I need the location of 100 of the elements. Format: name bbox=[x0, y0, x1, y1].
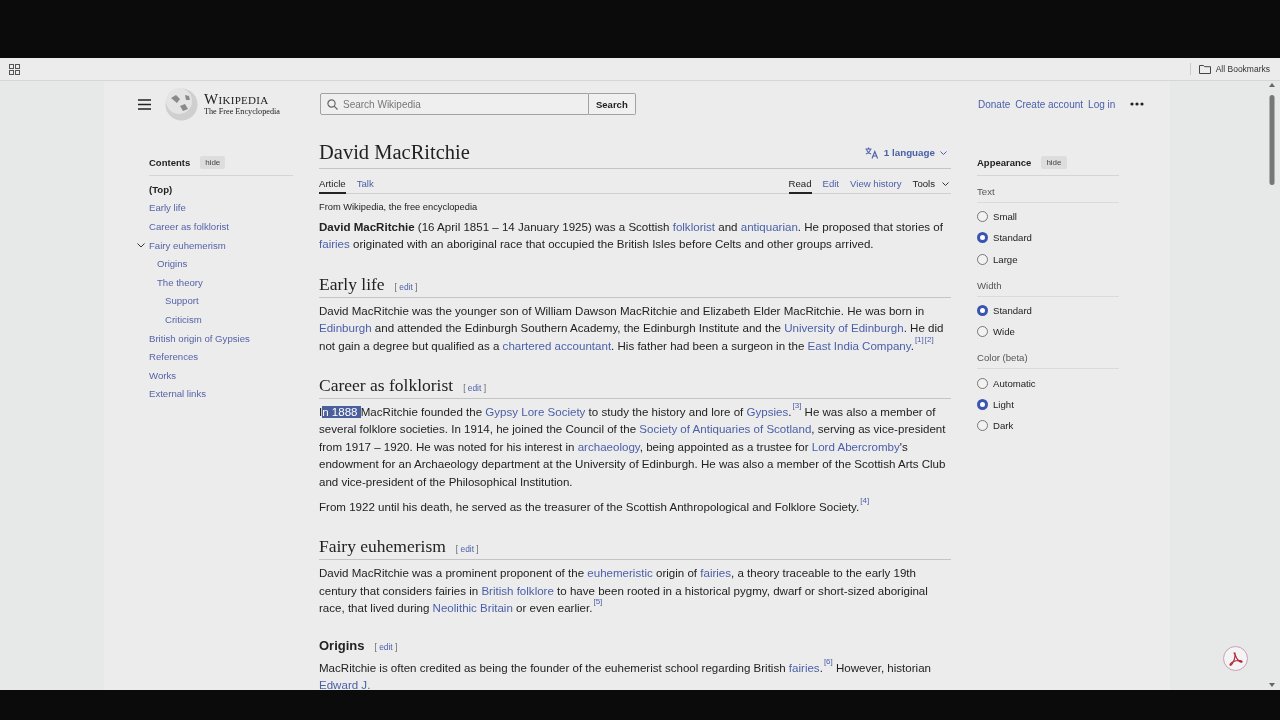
folder-icon bbox=[1198, 64, 1211, 74]
text-link[interactable]: University of Edinburgh bbox=[784, 322, 904, 335]
page-tab[interactable]: Article bbox=[319, 169, 346, 194]
toc-link[interactable]: Works bbox=[149, 369, 176, 381]
toc-link[interactable]: British origin of Gypsies bbox=[149, 332, 250, 344]
reference-link[interactable]: [3] bbox=[792, 402, 802, 411]
caret-icon bbox=[942, 181, 949, 186]
page-tab[interactable]: Edit bbox=[822, 169, 840, 194]
site-logo[interactable]: Wikipedia The Free Encyclopedia bbox=[165, 87, 280, 121]
text-link[interactable]: folklorist bbox=[672, 221, 716, 233]
radio-button[interactable] bbox=[977, 253, 988, 265]
toc-link[interactable]: Career as folklorist bbox=[149, 221, 229, 232]
reference-link[interactable]: [2] bbox=[924, 335, 934, 344]
text-link[interactable]: British folklore bbox=[481, 584, 554, 597]
option-group-label: Color (beta) bbox=[977, 350, 1119, 370]
user-link[interactable]: Donate bbox=[978, 98, 1011, 110]
hide-button[interactable]: hide bbox=[1041, 156, 1067, 169]
radio-label: Automatic bbox=[993, 377, 1036, 389]
paragraph: David MacRitchie (16 April 1851 – 14 January 1925) was a Scottish folklorist and antiquarian. He proposed that stories of fairies originated with an aboriginal race that occupied the British Isles before Celts and other groups arrived. bbox=[319, 220, 944, 253]
toc-link[interactable]: The theory bbox=[157, 276, 203, 288]
page-title: David MacRitchie bbox=[319, 141, 470, 164]
tools-menu[interactable]: Tools bbox=[912, 169, 951, 194]
radio-label: Standard bbox=[993, 232, 1032, 244]
search-button[interactable]: Search bbox=[589, 93, 636, 115]
section-heading: Origins bbox=[319, 637, 365, 653]
caret-icon bbox=[940, 150, 947, 155]
toc-link[interactable]: External links bbox=[149, 388, 207, 400]
section-heading: Fairy euhemerism bbox=[319, 536, 446, 558]
text-link[interactable]: Edinburgh bbox=[319, 322, 372, 335]
toc-link[interactable]: Origins bbox=[157, 258, 188, 270]
section-heading: Early life bbox=[319, 273, 385, 295]
radio-button[interactable] bbox=[977, 420, 988, 432]
pdf-tool-button[interactable] bbox=[1223, 646, 1248, 671]
option-group-label: Width bbox=[977, 277, 1119, 297]
page-tab[interactable]: Read bbox=[788, 169, 812, 194]
user-link[interactable]: Create account bbox=[1015, 98, 1084, 110]
page-tab[interactable]: Talk bbox=[356, 169, 374, 194]
text-link[interactable]: Lord Abercromby bbox=[811, 440, 900, 453]
radio-button[interactable] bbox=[977, 305, 988, 317]
text-link[interactable]: archaeology bbox=[577, 440, 640, 453]
toc-link[interactable]: Fairy euhemerism bbox=[149, 239, 226, 251]
radio-label: Dark bbox=[993, 420, 1014, 432]
toc-link[interactable]: Criticism bbox=[165, 313, 202, 325]
text-link[interactable]: East India Company bbox=[807, 339, 911, 352]
text-link[interactable]: euhemeristic bbox=[587, 567, 653, 580]
more-icon[interactable] bbox=[1130, 102, 1145, 106]
page-tab[interactable]: View history bbox=[850, 169, 902, 194]
toc-link[interactable]: Early life bbox=[149, 202, 186, 214]
radio-button[interactable] bbox=[977, 377, 988, 389]
chevron-icon[interactable] bbox=[137, 242, 145, 248]
site-tagline: From Wikipedia, the free encyclopedia bbox=[319, 202, 479, 212]
reference-link[interactable]: [1] bbox=[914, 335, 924, 344]
text-link[interactable]: fairies bbox=[788, 661, 820, 674]
radio-button[interactable] bbox=[977, 211, 988, 223]
paragraph: David MacRitchie was a prominent proponent of the euhemeristic origin of fairies, a theory traceable to the early 19th century that considers fairies in British folklore to have been rooted in a historical pygmy, dwarf or short-sized aboriginal race, that lived during Neolithic Britain or even earlier.$^{[5]}$ bbox=[319, 566, 929, 617]
apps-grid-icon[interactable] bbox=[9, 63, 20, 75]
hide-button[interactable]: hide bbox=[200, 156, 226, 169]
edit-link[interactable]: [ edit ] bbox=[394, 281, 418, 292]
toc-link[interactable]: (Top) bbox=[149, 183, 173, 195]
puzzle-globe-icon bbox=[165, 87, 198, 121]
logo-tagline: The Free Encyclopedia bbox=[204, 107, 280, 117]
text-selection: n 1888 bbox=[322, 406, 361, 419]
search-icon bbox=[327, 99, 338, 110]
text-link[interactable]: fairies bbox=[319, 238, 350, 251]
edit-link[interactable]: [ edit ] bbox=[463, 383, 486, 394]
acrobat-icon bbox=[1228, 651, 1243, 666]
edit-link[interactable]: [ edit ] bbox=[455, 544, 479, 555]
radio-label: Small bbox=[993, 211, 1017, 223]
logo-wordmark: Wikipedia bbox=[204, 91, 269, 107]
appearance-heading: Appearance bbox=[977, 157, 1032, 168]
reference-link[interactable]: [5] bbox=[593, 598, 603, 607]
radio-button[interactable] bbox=[977, 232, 988, 244]
toc-link[interactable]: References bbox=[149, 351, 199, 363]
reference-link[interactable]: [4] bbox=[860, 497, 870, 506]
text-link[interactable]: Gypsy Lore Society bbox=[485, 406, 586, 419]
paragraph: MacRitchie is often credited as being the founder of the euhemerist school regarding British fairies.$^{[6]}$ However, historian Edward J. bbox=[319, 659, 932, 690]
text-link[interactable]: Edward J. bbox=[319, 679, 371, 690]
radio-label: Light bbox=[993, 398, 1014, 410]
scrollbar[interactable] bbox=[1268, 81, 1276, 689]
language-button[interactable]: 1 language bbox=[864, 146, 951, 159]
toc-link[interactable]: Support bbox=[165, 295, 199, 307]
edit-link[interactable]: [ edit ] bbox=[374, 641, 398, 652]
section-heading: Career as folklorist bbox=[319, 375, 454, 397]
radio-label: Wide bbox=[993, 326, 1015, 338]
text-link[interactable]: antiquarian bbox=[740, 221, 798, 233]
contents-heading: Contents bbox=[149, 157, 191, 168]
paragraph: In 1888 MacRitchie founded the Gypsy Lore Society to study the history and lore of Gypsies.$^{[3]}$ He was also a member of several folklore societies. In 1914, he joined the Council of the Society of Antiquaries of Scotland, serving as vice-president from 1917 – 1920. He was noted for his interest in archaeology, being appointed as a trustee for Lord Abercromby's endowment for an Archaeology department at the University of Edinburgh. He was also a member of the Scottish Arts Club and vice-president of the Philosophical Institution. bbox=[319, 404, 947, 490]
search-field[interactable]: Search Wikipedia bbox=[320, 93, 589, 115]
menu-icon[interactable] bbox=[138, 98, 151, 110]
reference-link[interactable]: [6] bbox=[823, 657, 833, 666]
all-bookmarks-button[interactable]: All Bookmarks bbox=[1198, 64, 1270, 74]
text-link[interactable]: Neolithic Britain bbox=[432, 602, 513, 615]
radio-label: Large bbox=[993, 253, 1018, 265]
radio-label: Standard bbox=[993, 305, 1032, 317]
radio-button[interactable] bbox=[977, 326, 988, 338]
paragraph: From 1922 until his death, he served as the treasurer of the Scottish Anthropological and Folklore Society.$^{[4]}$ bbox=[319, 499, 871, 516]
user-link[interactable]: Log in bbox=[1088, 98, 1116, 110]
option-group-label: Text bbox=[977, 184, 1119, 203]
translate-icon bbox=[864, 146, 879, 159]
radio-button[interactable] bbox=[977, 398, 988, 410]
